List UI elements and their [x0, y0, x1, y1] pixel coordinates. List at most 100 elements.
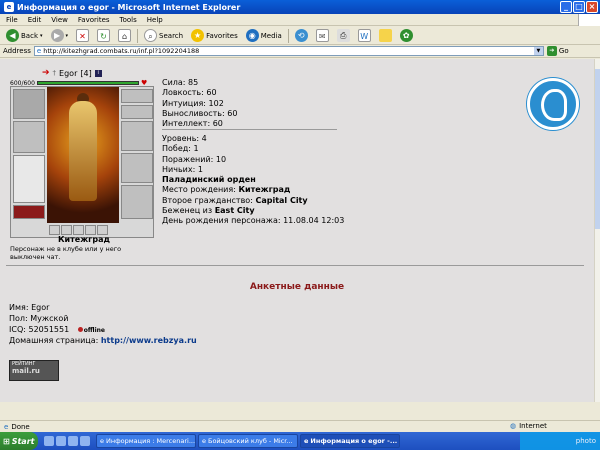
helmet-slot[interactable] — [13, 89, 45, 119]
weapon-slot[interactable] — [13, 121, 45, 153]
profile-icq: ICQ: 52051551 offline — [9, 325, 197, 337]
security-zone: ◍ Internet — [510, 422, 547, 430]
armor-slot[interactable] — [13, 155, 45, 203]
home-button[interactable]: ⌂ — [116, 28, 133, 43]
section-divider — [6, 265, 584, 266]
small-slots — [49, 225, 108, 235]
info-badge-icon[interactable]: i — [94, 69, 102, 77]
gloves-slot[interactable] — [121, 121, 153, 151]
boots-slot[interactable] — [121, 185, 153, 219]
taskbar-item-mercenaries[interactable]: e Информация : Mercenari... — [96, 434, 196, 448]
quicklaunch-icon[interactable] — [56, 436, 66, 446]
earring-slot[interactable] — [121, 89, 153, 103]
messenger-button[interactable]: ✿ — [398, 28, 415, 43]
address-bar: Address e http://kitezhgrad.combats.ru/i… — [0, 45, 600, 58]
icq-status-badge[interactable]: offline — [77, 326, 105, 337]
vertical-scrollbar[interactable] — [594, 59, 600, 402]
belt-slot[interactable] — [13, 205, 45, 219]
hp-bar — [36, 81, 139, 85]
profile-heading: Анкетные данные — [249, 282, 345, 292]
rune-slot[interactable] — [97, 225, 108, 235]
stop-icon: ✕ — [76, 29, 90, 42]
maximize-button[interactable]: □ — [573, 1, 585, 13]
quicklaunch-icon[interactable] — [80, 436, 90, 446]
refresh-icon: ↻ — [97, 29, 111, 42]
refugee-from: Беженец из East City — [162, 206, 255, 216]
rune-slot[interactable] — [61, 225, 72, 235]
edit-page-icon: W — [357, 29, 371, 42]
media-button[interactable]: ◉ Media — [244, 28, 284, 43]
go-button[interactable]: ➔ Go — [546, 46, 569, 56]
close-button[interactable]: × — [586, 1, 598, 13]
chevron-down-icon[interactable]: ▼ — [533, 47, 543, 55]
start-button[interactable]: ⊞ Start — [0, 432, 38, 450]
homepage-link[interactable]: http://www.rebzya.ru — [101, 336, 197, 345]
ie-icon: e — [100, 437, 104, 445]
necklace-slot[interactable] — [121, 105, 153, 119]
menu-view[interactable]: View — [51, 16, 68, 24]
favorites-button[interactable]: ★ Favorites — [189, 28, 240, 43]
printer-icon: ⎙ — [336, 29, 350, 42]
print-button[interactable]: ⎙ — [335, 28, 352, 43]
taskbar-item-egor[interactable]: e Информация о egor -... — [300, 434, 400, 448]
search-button[interactable]: ⌕ Search — [142, 28, 185, 43]
mail-button[interactable]: ✉ — [314, 28, 331, 43]
character-name-row: ➔ † Egor [4] i — [42, 68, 102, 78]
stat-level: Уровень: 4 — [162, 134, 207, 143]
menu-tools[interactable]: Tools — [120, 16, 137, 24]
system-tray: photo — [520, 432, 600, 450]
face-profile-icon — [541, 89, 567, 121]
page-content: ➔ † Egor [4] i 600/600 ♥ Китежград Персо… — [0, 59, 594, 402]
rune-slot[interactable] — [85, 225, 96, 235]
character-avatar[interactable] — [47, 87, 119, 223]
chevron-down-icon[interactable]: ▾ — [40, 33, 43, 39]
scrollbar-thumb[interactable] — [595, 69, 600, 229]
search-icon: ⌕ — [144, 29, 158, 42]
stop-button[interactable]: ✕ — [74, 28, 91, 43]
toolbar-divider — [287, 28, 289, 43]
toolbar: ◀ Back ▾ ▶ ▾ ✕ ↻ ⌂ ⌕ Search ★ Favorites … — [0, 27, 600, 45]
chevron-down-icon[interactable]: ▾ — [66, 33, 69, 39]
toolbar-divider — [137, 28, 139, 43]
align-icon: † — [52, 69, 57, 77]
window-titlebar: e Информация о egor - Microsoft Internet… — [0, 0, 600, 14]
minimize-button[interactable]: _ — [560, 1, 572, 13]
stats-divider — [162, 129, 337, 130]
stat-draws: Ничьих: 1 — [162, 164, 203, 174]
windows-logo-icon — [578, 14, 600, 26]
taskbar-item-combats[interactable]: e Бойцовский клуб - Micr... — [198, 434, 298, 448]
quicklaunch-icon[interactable] — [44, 436, 54, 446]
ie-icon: e — [4, 2, 14, 12]
menu-bar: File Edit View Favorites Tools Help — [0, 14, 600, 26]
menu-help[interactable]: Help — [147, 16, 163, 24]
forward-arrow-icon: ▶ — [50, 29, 64, 42]
back-button[interactable]: ◀ Back ▾ — [4, 28, 45, 43]
refresh-button[interactable]: ↻ — [95, 28, 112, 43]
taskbar: ⊞ Start e Информация : Mercenari... e Бойц… — [0, 432, 600, 450]
rune-slot[interactable] — [49, 225, 60, 235]
profile-homepage: Домашняя страница: http://www.rebzya.ru — [9, 336, 197, 346]
bracers-slot[interactable] — [121, 153, 153, 183]
menu-edit[interactable]: Edit — [28, 16, 42, 24]
mail-icon: ✉ — [315, 29, 329, 42]
order-name: Паладинский орден — [162, 175, 256, 185]
history-button[interactable]: ⟲ — [293, 28, 310, 43]
rune-slot[interactable] — [73, 225, 84, 235]
stat-agility: Ловкость: 60 — [162, 88, 217, 98]
rating-counter[interactable]: РЕЙТИНГ mail.ru — [9, 360, 59, 381]
progress-block: Уровень: 4 Побед: 1 Поражений: 10 Ничьих… — [162, 134, 344, 227]
quicklaunch-icon[interactable] — [68, 436, 78, 446]
ie-icon: e — [304, 437, 309, 445]
notes-button[interactable] — [377, 28, 394, 43]
back-arrow-icon: ◀ — [6, 29, 19, 42]
address-input[interactable]: e http://kitezhgrad.combats.ru/inf.pl?10… — [33, 46, 544, 56]
birthplace: Место рождения: Китежград — [162, 185, 291, 195]
address-url: http://kitezhgrad.combats.ru/inf.pl?1092… — [43, 47, 200, 55]
stat-endurance: Выносливость: 60 — [162, 108, 238, 118]
private-message-arrow-icon[interactable]: ➔ — [42, 68, 50, 78]
forward-button[interactable]: ▶ ▾ — [49, 28, 71, 43]
menu-file[interactable]: File — [6, 16, 18, 24]
menu-favorites[interactable]: Favorites — [78, 16, 110, 24]
edit-button[interactable]: W — [356, 28, 373, 43]
profile-gender: Пол: Мужской — [9, 313, 69, 323]
